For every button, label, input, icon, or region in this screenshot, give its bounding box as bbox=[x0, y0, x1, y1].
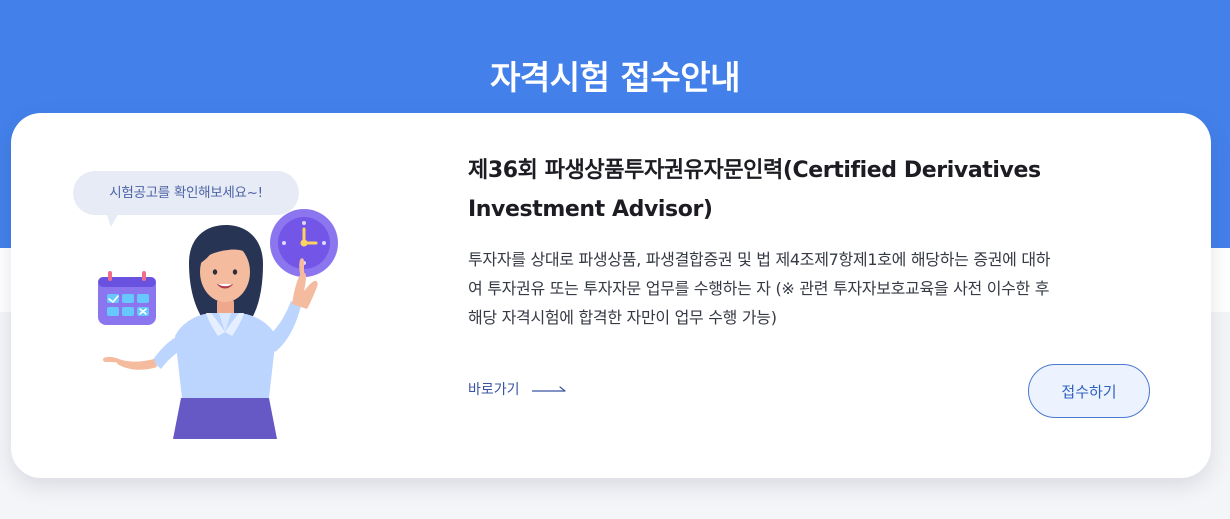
exam-title-line1: 제36회 파생상품투자권유자문인력(Certified Derivatives bbox=[468, 158, 1041, 183]
exam-description-line3: 해당 자격시험에 합격한 자만이 업무 수행 가능) bbox=[468, 308, 777, 327]
calendar-icon bbox=[98, 271, 156, 325]
exam-title: 제36회 파생상품투자권유자문인력(Certified Derivatives … bbox=[468, 151, 1158, 229]
exam-card: 시험공고를 확인해보세요~! 제36회 파생상품투자권유자문인력(Certifi… bbox=[11, 113, 1211, 478]
shortcut-link[interactable]: 바로가기 bbox=[468, 379, 568, 399]
exam-description: 투자자를 상대로 파생상품, 파생결합증권 및 법 제4조제7항제1호에 해당하… bbox=[468, 245, 1158, 332]
exam-title-line2: Investment Advisor) bbox=[468, 197, 713, 222]
arrow-right-icon bbox=[531, 386, 566, 392]
exam-description-line2: 여 투자권유 또는 투자자문 업무를 수행하는 자 (※ 관련 투자자보호교육을… bbox=[468, 279, 1050, 298]
page-title: 자격시험 접수안내 bbox=[490, 58, 740, 98]
apply-button[interactable]: 접수하기 bbox=[1028, 364, 1150, 418]
exam-description-line1: 투자자를 상대로 파생상품, 파생결합증권 및 법 제4조제7항제1호에 해당하… bbox=[468, 250, 1051, 269]
shortcut-label: 바로가기 bbox=[468, 382, 520, 398]
exam-content: 제36회 파생상품투자권유자문인력(Certified Derivatives … bbox=[468, 151, 1158, 332]
woman-character-icon bbox=[98, 209, 338, 439]
illustration: 시험공고를 확인해보세요~! bbox=[61, 169, 351, 439]
